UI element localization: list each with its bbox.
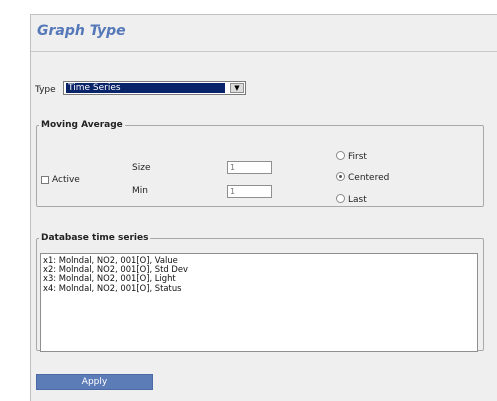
chevron-down-icon[interactable]: ▼: [230, 83, 244, 93]
database-series-group: Database time series x1: Molndal, NO2, 0…: [36, 233, 484, 352]
min-label: Min: [132, 186, 148, 196]
active-label: Active: [52, 175, 80, 185]
active-checkbox[interactable]: [41, 176, 49, 184]
moving-average-group: Moving Average Active Size Min 1 1 First…: [36, 120, 484, 207]
apply-button[interactable]: Apply: [36, 374, 153, 390]
radio-first[interactable]: [336, 151, 345, 160]
radio-last-label: Last: [348, 195, 367, 205]
radio-centered-label: Centered: [348, 173, 390, 183]
page-title: Graph Type: [37, 23, 126, 39]
size-input[interactable]: 1: [227, 161, 272, 174]
database-series-legend: Database time series: [41, 233, 149, 243]
radio-centered[interactable]: [336, 172, 345, 181]
radio-last[interactable]: [336, 194, 345, 203]
list-item[interactable]: x4: Molndal, NO2, 001[O], Status: [43, 283, 475, 293]
type-select[interactable]: Time Series ▼: [63, 81, 246, 95]
moving-average-legend: Moving Average: [41, 120, 123, 130]
size-label: Size: [132, 163, 151, 173]
graph-type-panel: Graph Type Type Time Series ▼ Moving Ave…: [30, 14, 497, 401]
type-label: Type: [35, 85, 56, 95]
title-divider: [31, 51, 497, 52]
type-select-value: Time Series: [66, 83, 225, 93]
series-listbox[interactable]: x1: Molndal, NO2, 001[O], Value x2: Moln…: [40, 253, 478, 352]
min-input[interactable]: 1: [227, 185, 272, 198]
radio-first-label: First: [348, 152, 367, 162]
